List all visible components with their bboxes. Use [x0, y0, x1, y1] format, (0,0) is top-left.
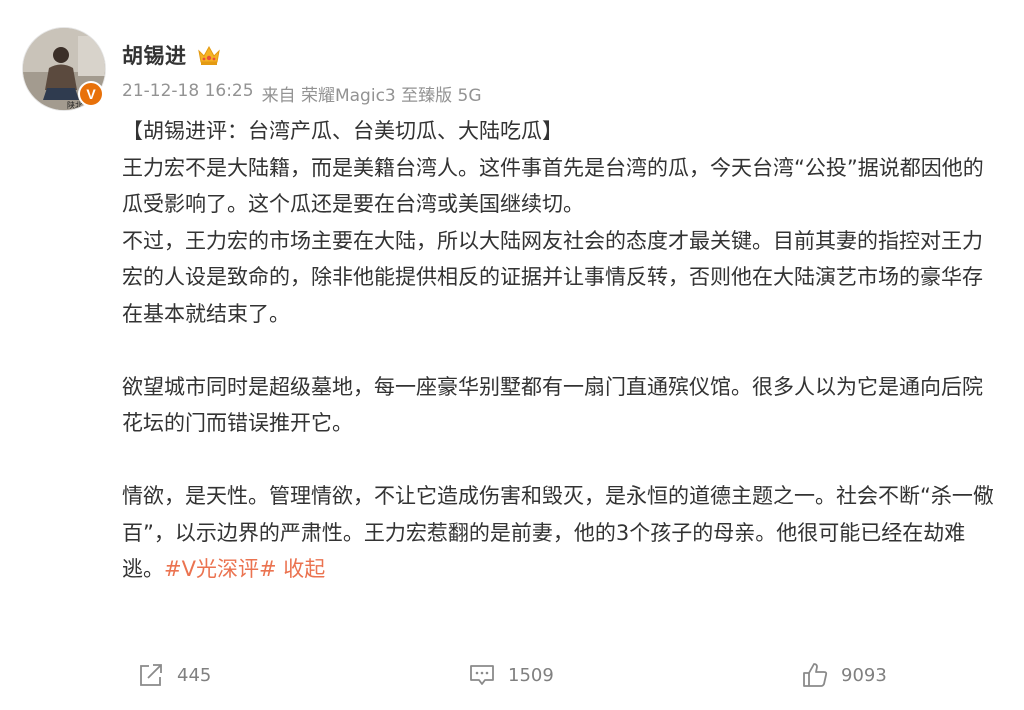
like-icon [803, 663, 828, 687]
like-count: 9093 [841, 664, 887, 686]
comment-count: 1509 [508, 664, 554, 686]
user-line: 胡锡进 [122, 40, 221, 70]
post-title: 【胡锡进评：台湾产瓜、台美切瓜、大陆吃瓜】 [122, 119, 563, 143]
verified-badge-icon: V [78, 81, 104, 107]
like-button[interactable]: 9093 [801, 661, 887, 689]
post-meta: 21-12-18 16:25 来自 荣耀Magic3 至臻版 5G [122, 81, 482, 106]
collapse-link[interactable]: 收起 [283, 557, 325, 581]
username[interactable]: 胡锡进 [122, 40, 187, 70]
repost-count: 445 [177, 664, 212, 686]
repost-icon [140, 664, 162, 686]
post-paragraph: 王力宏不是大陆籍，而是美籍台湾人。这件事首先是台湾的瓜，今天台湾“公投”据说都因… [122, 155, 984, 217]
post-body: 【胡锡进评：台湾产瓜、台美切瓜、大陆吃瓜】 王力宏不是大陆籍，而是美籍台湾人。这… [122, 113, 1002, 588]
weibo-post-card: 陕北 19 V 胡锡进 21-12-18 16:25 来自 荣耀Magic3 至… [0, 0, 1024, 710]
repost-button[interactable]: 445 [137, 661, 211, 689]
avatar[interactable]: 陕北 19 V [22, 27, 106, 111]
post-paragraph: 不过，王力宏的市场主要在大陆，所以大陆网友社会的态度才最关键。目前其妻的指控对王… [122, 228, 983, 326]
action-toolbar: 445 1509 9093 [0, 652, 1024, 698]
crown-icon[interactable] [197, 44, 221, 66]
comment-icon [470, 665, 494, 685]
post-paragraph: 欲望城市同时是超级墓地，每一座豪华别墅都有一扇门直通殡仪馆。很多人以为它是通向后… [122, 374, 983, 436]
post-paragraph-last: 情欲，是天性。管理情欲，不让它造成伤害和毁灭，是永恒的道德主题之一。社会不断“杀… [122, 478, 1002, 588]
post-source: 来自 荣耀Magic3 至臻版 5G [261, 86, 482, 106]
post-time[interactable]: 21-12-18 16:25 [122, 81, 254, 106]
hashtag-link[interactable]: #V光深评# [164, 557, 277, 581]
comment-button[interactable]: 1509 [468, 661, 554, 689]
